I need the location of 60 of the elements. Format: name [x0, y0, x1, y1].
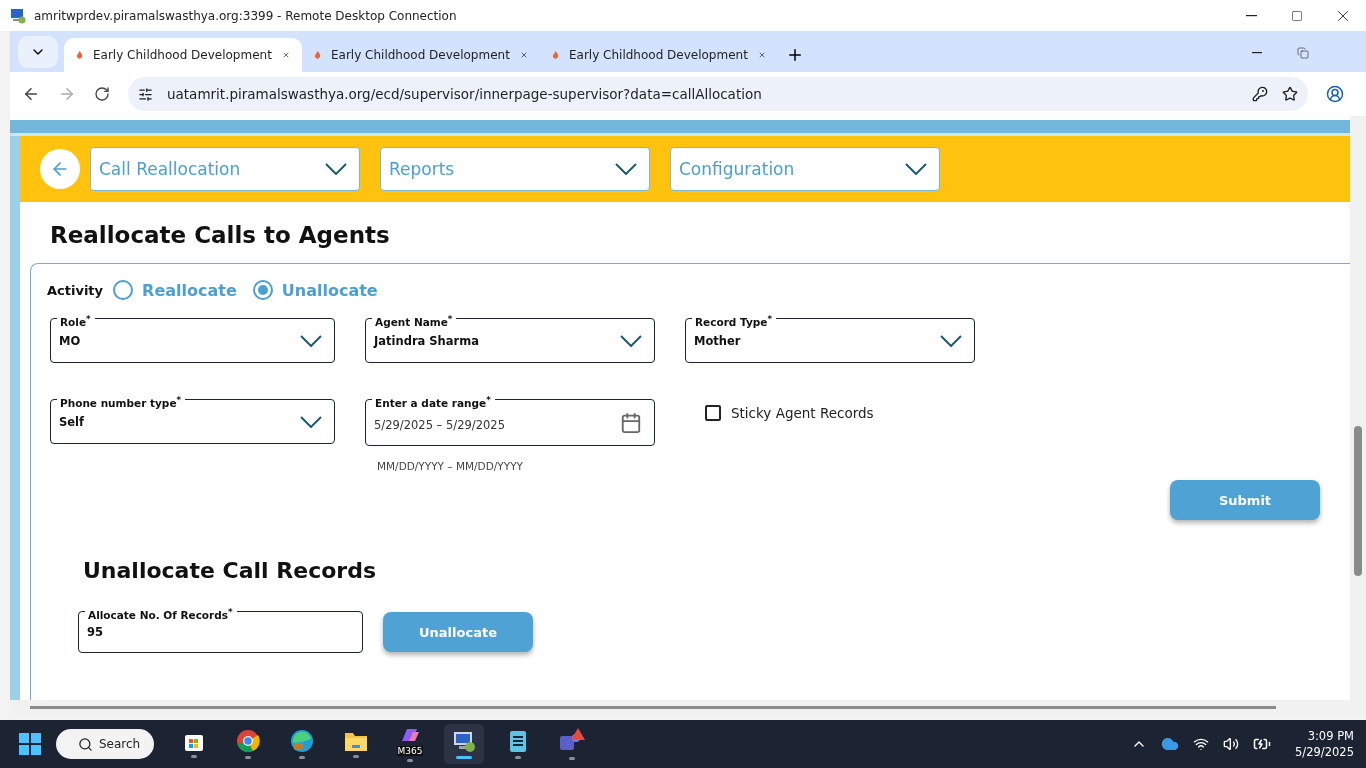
browser-icon[interactable] — [290, 729, 314, 753]
field-value: Jatindra Sharma — [374, 333, 480, 348]
chevron-down-icon — [615, 163, 637, 175]
browser-tab[interactable]: Early Childhood Development — [64, 38, 302, 72]
notepad-icon[interactable] — [508, 729, 528, 753]
flame-icon — [76, 48, 83, 62]
app-icon[interactable] — [399, 726, 421, 743]
checkbox[interactable] — [705, 405, 721, 421]
calendar-icon[interactable] — [620, 411, 642, 434]
volume-icon[interactable] — [1223, 736, 1240, 752]
chevron-down-icon — [620, 334, 642, 347]
radio-button[interactable] — [252, 280, 273, 300]
restore-icon — [1297, 47, 1309, 59]
address-bar[interactable]: uatamrit.piramalswasthya.org/ecd/supervisor/innerpage-supervisor?data=callAllocation — [128, 77, 1308, 111]
page-heading: Reallocate Calls to Agents — [50, 222, 391, 248]
maximize-icon — [1291, 9, 1303, 22]
scrollbar[interactable] — [1350, 116, 1366, 700]
bookmark-star-icon[interactable] — [1282, 86, 1298, 102]
key-icon[interactable] — [1252, 86, 1268, 102]
start-icon[interactable] — [18, 732, 42, 756]
app-badge: M365 — [396, 745, 424, 756]
browser-tab[interactable]: Early Childhood Development — [302, 38, 540, 72]
window-title: amritwprdev.piramalswasthya.org:3399 - Remote Desktop Connection — [34, 8, 458, 23]
field-value: Mother — [694, 333, 742, 348]
site-settings-icon[interactable] — [138, 86, 153, 102]
chevron-down-icon — [300, 334, 322, 347]
checkbox-label: Sticky Agent Records — [731, 405, 874, 421]
chevron-down-icon — [905, 163, 927, 175]
flame-icon — [552, 48, 559, 62]
taskbar-app[interactable]: M365 — [390, 724, 430, 764]
browser-icon[interactable] — [236, 729, 260, 753]
back-icon[interactable] — [22, 85, 40, 103]
section-heading: Unallocate Call Records — [83, 558, 377, 583]
activity-label: Activity — [47, 282, 104, 298]
remote-desktop-icon[interactable] — [452, 729, 476, 753]
chevron-down-icon — [325, 163, 347, 175]
field-value: MO — [59, 333, 82, 348]
chevron-down-icon — [940, 334, 962, 347]
taskbar-app[interactable] — [444, 724, 484, 764]
chevron-down-icon — [300, 415, 322, 428]
radio-button[interactable] — [113, 280, 134, 300]
folder-icon[interactable] — [344, 730, 368, 752]
browser-tab[interactable]: Early Childhood Development — [540, 38, 778, 72]
profile-icon[interactable] — [1326, 85, 1344, 103]
minimize-icon — [1252, 52, 1262, 54]
clock[interactable]: 3:09 PM 5/29/2025 — [1295, 728, 1354, 760]
flame-icon — [314, 48, 321, 62]
cloud-icon[interactable] — [1161, 735, 1180, 753]
tab-list-button[interactable] — [18, 36, 58, 68]
search-icon — [78, 736, 93, 752]
new-tab-icon[interactable] — [786, 46, 804, 64]
field-value: Self — [59, 414, 86, 429]
remote-desktop-icon — [10, 7, 26, 24]
minimize-icon — [1245, 14, 1257, 17]
taskbar-search[interactable]: Search — [56, 729, 154, 759]
reload-icon[interactable] — [94, 86, 110, 102]
date-format-hint: MM/DD/YYYY – MM/DD/YYYY — [377, 460, 524, 472]
date-range-value: 5/29/2025 – 5/29/2025 — [374, 417, 506, 432]
field-value: 95 — [87, 625, 104, 639]
wifi-icon[interactable] — [1193, 736, 1210, 752]
